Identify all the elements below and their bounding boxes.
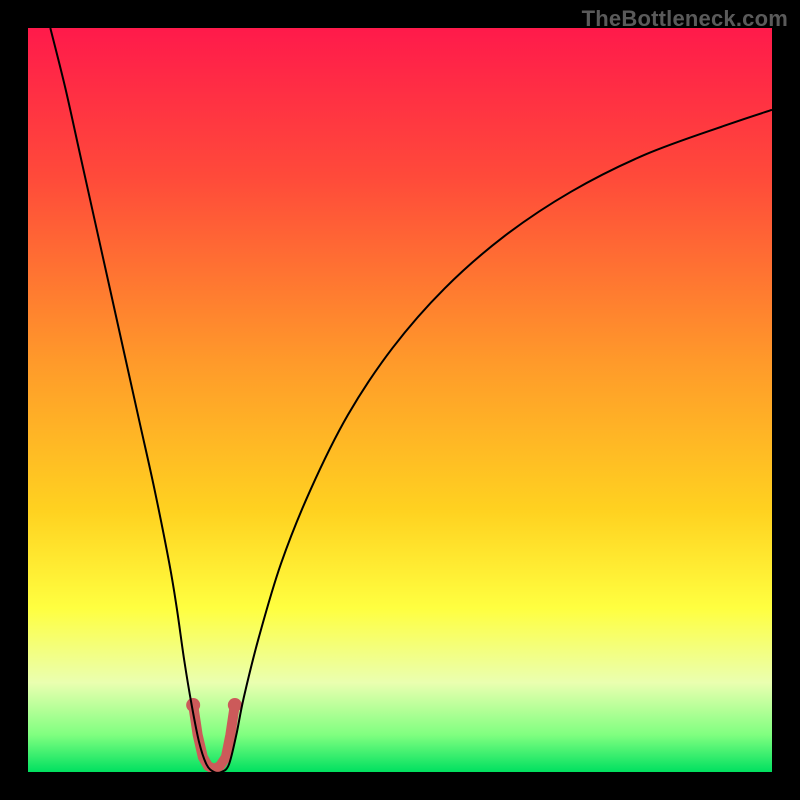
chart-background (28, 28, 772, 772)
chart-svg (28, 28, 772, 772)
chart-frame: TheBottleneck.com (0, 0, 800, 800)
plot-area (28, 28, 772, 772)
watermark-text: TheBottleneck.com (582, 6, 788, 32)
